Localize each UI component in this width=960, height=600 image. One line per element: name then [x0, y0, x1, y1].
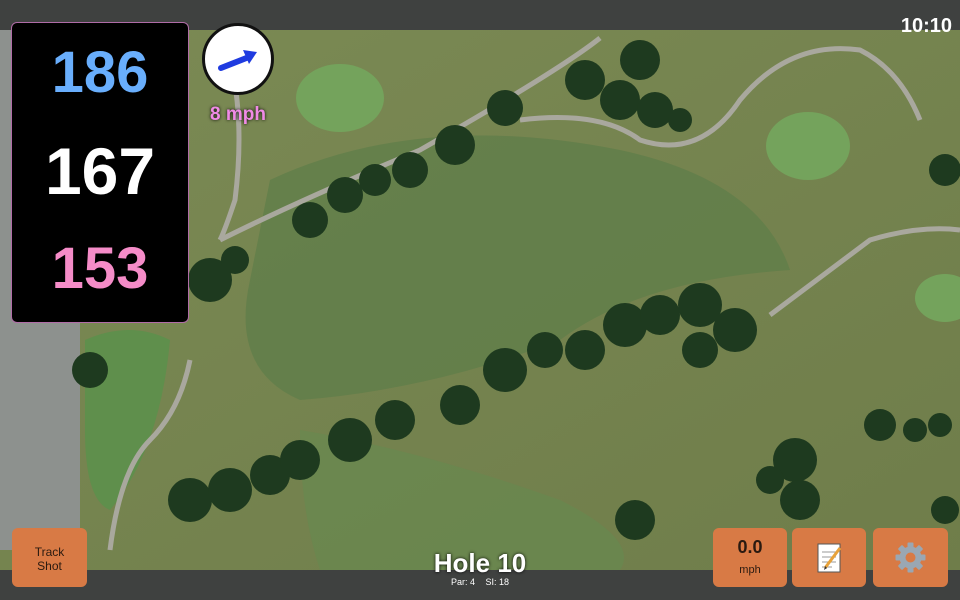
gear-icon — [895, 542, 926, 573]
speed-unit: mph — [739, 564, 761, 576]
track-shot-label-line1: Track — [34, 545, 65, 559]
speed-value: 0.0 — [737, 537, 763, 557]
track-shot-label-line2: Shot — [37, 559, 62, 573]
wind-arrow-icon — [218, 50, 257, 71]
wind-speed: 8 mph — [210, 104, 266, 125]
hole-title: Hole 10 — [433, 548, 527, 578]
wind-indicator — [202, 23, 274, 95]
clock: 10:10 — [900, 15, 952, 37]
hole-stroke-index: SI: 18 — [485, 577, 510, 587]
settings-button[interactable] — [873, 528, 948, 587]
middle-yardage: 167 — [44, 134, 156, 208]
back-yardage: 186 — [51, 40, 149, 105]
track-shot-button[interactable]: Track Shot — [12, 528, 87, 587]
notepad-icon — [817, 543, 842, 573]
hole-info: Par: 4 SI: 18 — [380, 577, 580, 587]
yardage-panel: 186 167 153 — [11, 22, 189, 323]
front-yardage: 153 — [51, 236, 149, 301]
notes-button[interactable] — [792, 528, 866, 587]
hole-par: Par: 4 — [450, 577, 475, 587]
speed-button[interactable]: 0.0 mph — [713, 528, 787, 587]
